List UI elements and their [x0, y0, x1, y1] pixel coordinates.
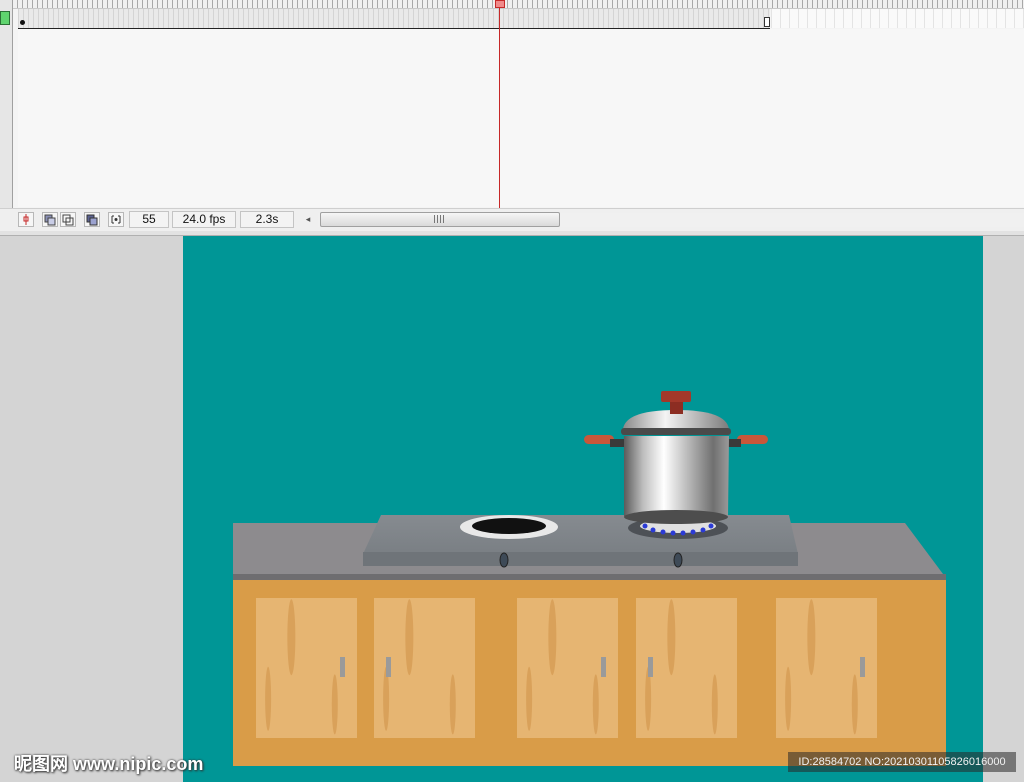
cabinet-handle [601, 657, 606, 677]
onion-skin-icon [44, 214, 56, 226]
wood-grain [592, 674, 599, 735]
onion-skin-outlines-icon [62, 214, 74, 226]
wood-grain [667, 599, 676, 676]
modify-markers-button[interactable] [108, 212, 124, 227]
frames-area[interactable] [18, 29, 1024, 207]
modify-markers-icon [111, 215, 121, 224]
layer-list-column [0, 0, 13, 234]
timeline-status-bar: 55 24.0 fps 2.3s ◂ [0, 208, 1024, 232]
layer-color-icon[interactable] [0, 11, 10, 25]
edit-multiple-frames-icon [86, 214, 98, 226]
onion-skin-outlines-button[interactable] [60, 212, 76, 227]
id-watermark: ID:28584702 NO:20210301105826016000 [788, 752, 1016, 772]
playhead-line[interactable] [499, 6, 500, 208]
wood-grain [711, 674, 718, 735]
cabinet-handle [386, 657, 391, 677]
cabinet-handle [860, 657, 865, 677]
site-watermark: 昵图网 www.nipic.com [14, 754, 204, 774]
right-knob [673, 552, 683, 568]
cabinet-handle [340, 657, 345, 677]
wood-grain [287, 599, 296, 676]
center-frame-button[interactable] [18, 212, 34, 227]
scroll-left-arrow-icon[interactable]: ◂ [302, 212, 314, 227]
cooking-pot [584, 391, 768, 524]
wood-grain [526, 666, 533, 731]
wood-grain [548, 599, 557, 676]
kitchen-scene [233, 391, 946, 766]
wood-grain [405, 599, 414, 676]
stove-hob [363, 515, 798, 568]
wood-grain [265, 666, 272, 731]
edit-multiple-frames-button[interactable] [84, 212, 100, 227]
pot-lid-knob [661, 391, 691, 402]
playhead-handle[interactable] [495, 0, 505, 8]
timeline-panel: 55 24.0 fps 2.3s ◂ [0, 0, 1024, 236]
scrollbar-grip-icon [434, 215, 444, 223]
frame-ruler[interactable] [12, 0, 1024, 9]
wood-grain [851, 674, 858, 735]
frame-rate-field[interactable]: 24.0 fps [172, 211, 236, 228]
layer-frames-track[interactable] [18, 9, 770, 29]
wood-grain [785, 666, 792, 731]
wood-grain [449, 674, 456, 735]
wood-grain [331, 674, 338, 735]
pot-right-handle [737, 435, 768, 444]
cabinet-handle [648, 657, 653, 677]
keyframe-end-icon[interactable] [764, 17, 770, 27]
keyframe-start-icon[interactable] [20, 20, 25, 25]
left-knob [499, 552, 509, 568]
current-frame-field: 55 [129, 211, 169, 228]
pot-left-handle [584, 435, 614, 444]
empty-frames-track[interactable] [771, 9, 1024, 28]
elapsed-time-field: 2.3s [240, 211, 294, 228]
onion-skin-button[interactable] [42, 212, 58, 227]
stage-canvas[interactable] [183, 236, 983, 782]
wood-grain [807, 599, 816, 676]
cabinet-doors [256, 598, 877, 738]
center-frame-icon [23, 214, 29, 225]
